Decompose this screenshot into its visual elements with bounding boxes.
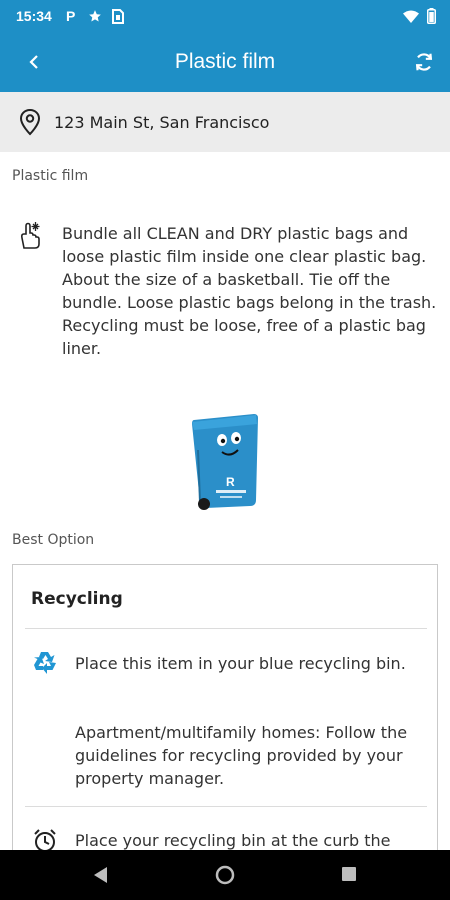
recents-square-icon[interactable] xyxy=(340,865,358,887)
chevron-left-icon xyxy=(29,55,38,69)
home-circle-icon[interactable] xyxy=(215,865,235,889)
card-divider xyxy=(25,628,427,629)
address-text: 123 Main St, San Francisco xyxy=(54,112,270,132)
item-section-label: Plastic film xyxy=(12,168,89,184)
best-option-label: Best Option xyxy=(12,532,95,548)
bin-logo-letter: R xyxy=(226,475,235,489)
battery-icon xyxy=(427,8,436,24)
location-pin-icon xyxy=(18,108,42,136)
refresh-icon xyxy=(415,53,433,71)
parking-p-icon: P xyxy=(66,9,78,23)
back-button[interactable] xyxy=(18,46,50,78)
star-icon xyxy=(88,9,102,23)
card-title: Recycling xyxy=(31,589,123,609)
system-nav-bar xyxy=(0,850,450,900)
recycling-bin-image: R xyxy=(186,410,262,518)
sim-card-icon xyxy=(111,8,124,24)
status-bar: 15:34 P xyxy=(0,0,450,32)
wifi-icon xyxy=(403,10,419,23)
row-instruction-bin: Place this item in your blue recycling b… xyxy=(75,654,406,673)
status-time: 15:34 xyxy=(16,8,52,24)
hand-gesture-icon xyxy=(16,220,46,254)
app-bar: Plastic film xyxy=(0,32,450,92)
row-instruction-apartment: Apartment/multifamily homes: Follow the … xyxy=(75,723,408,788)
refresh-button[interactable] xyxy=(408,46,440,78)
svg-text:P: P xyxy=(66,9,75,23)
recycling-option-card: Recycling Place this item in your blue r… xyxy=(12,564,438,884)
page-title: Plastic film xyxy=(174,50,276,73)
card-divider xyxy=(25,806,427,807)
back-triangle-icon[interactable] xyxy=(91,865,109,889)
disposal-instruction: Bundle all CLEAN and DRY plastic bags an… xyxy=(62,224,437,358)
location-selector[interactable]: 123 Main St, San Francisco xyxy=(0,92,450,152)
recycle-icon xyxy=(31,649,59,681)
row-instruction-curb: Place your recycling bin at the curb the xyxy=(75,831,391,850)
